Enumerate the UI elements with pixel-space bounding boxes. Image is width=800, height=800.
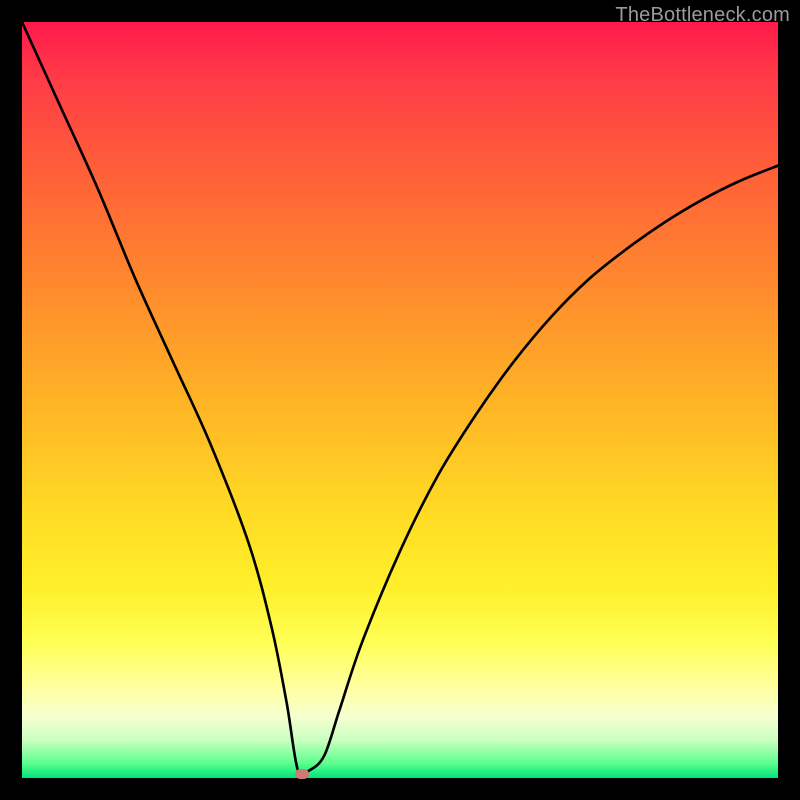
bottleneck-curve — [22, 22, 778, 776]
minimum-marker — [295, 769, 309, 779]
curve-svg — [22, 22, 778, 778]
chart-frame: TheBottleneck.com — [0, 0, 800, 800]
plot-area — [22, 22, 778, 778]
